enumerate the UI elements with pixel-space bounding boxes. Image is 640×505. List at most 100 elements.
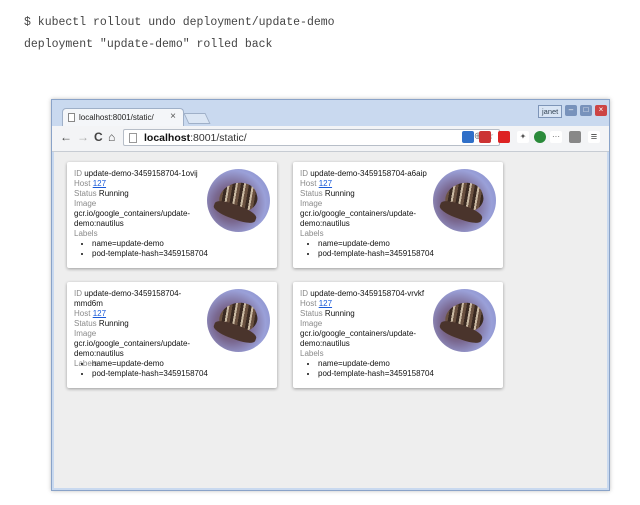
list-item: pod-template-hash=3459158704 [318,249,500,259]
pod-image-label: Image [74,329,97,338]
pod-image-label: Image [74,199,97,208]
browser-window: localhost:8001/static/ × janet – □ × ← →… [51,99,610,491]
pod-labels-list: name=update-demopod-template-hash=345915… [74,239,274,259]
pod-status-row: Status Running [74,319,204,329]
pod-details: ID update-demo-3459158704-vrvkf Host 127… [300,289,430,359]
pod-id: update-demo-3459158704-vrvkf [310,289,425,298]
pod-status-row: Status Running [300,189,430,199]
pod-image: gcr.io/google_containers/update-demo:nau… [300,329,417,348]
pod-host-link[interactable]: 127 [319,299,332,308]
pod-status-row: Status Running [74,189,204,199]
pod-image-label: Image [300,199,323,208]
pod-card: ID update-demo-3459158704-1ovij Host 127… [67,162,277,268]
pod-host-label: Host [74,179,91,188]
pod-status-label: Status [300,309,323,318]
pod-host-row: Host 127 [74,309,204,319]
forward-icon[interactable]: → [77,130,89,144]
list-item: name=update-demo [318,359,500,369]
pod-card: ID update-demo-3459158704-mmd6m Host 127… [67,282,277,388]
terminal-command: $ kubectl rollout undo deployment/update… [24,16,335,29]
pod-details: ID update-demo-3459158704-mmd6m Host 127… [74,289,204,369]
maximize-button[interactable]: □ [580,105,592,116]
pod-id: update-demo-3459158704-mmd6m [74,289,182,308]
pod-status: Running [324,309,355,318]
terminal-result: deployment "update-demo" rolled back [24,38,273,51]
extension-red-icon[interactable] [498,131,510,143]
reload-icon[interactable]: C [94,130,103,144]
nautilus-image [433,169,496,232]
profile-user-badge[interactable]: janet [538,105,563,118]
pod-image: gcr.io/google_containers/update-demo:nau… [74,209,191,228]
url-text: localhost:8001/static/ [144,132,247,144]
pod-image: gcr.io/google_containers/update-demo:nau… [74,339,191,358]
pod-id-row: ID update-demo-3459158704-a6aip [300,169,430,179]
pod-id-label: ID [74,169,82,178]
pod-details: ID update-demo-3459158704-1ovij Host 127… [74,169,204,239]
page-icon [68,113,75,122]
pod-labels-list: name=update-demopod-template-hash=345915… [74,359,274,379]
pod-host-link[interactable]: 127 [93,179,106,188]
list-item: name=update-demo [318,239,500,249]
tab-close-icon[interactable]: × [170,111,176,122]
home-icon[interactable]: ⌂ [108,130,115,144]
pod-host-link[interactable]: 127 [93,309,106,318]
nautilus-image [207,169,270,232]
pod-status-label: Status [74,189,97,198]
page-content: ID update-demo-3459158704-1ovij Host 127… [54,152,607,488]
pod-id-row: ID update-demo-3459158704-mmd6m [74,289,204,309]
pod-image-label: Image [300,319,323,328]
extension-pin-icon[interactable]: ✦ [517,131,529,143]
new-tab-button[interactable] [183,113,211,124]
gmail-icon[interactable] [479,131,491,143]
tab-title: localhost:8001/static/ [79,113,154,122]
page-icon [129,133,137,143]
pod-labels-list: name=update-demopod-template-hash=345915… [300,239,500,259]
list-item: pod-template-hash=3459158704 [92,369,274,379]
pod-host-row: Host 127 [300,179,430,189]
terminal-output: $ kubectl rollout undo deployment/update… [24,12,335,56]
browser-toolbar: ← → C ⌂ localhost:8001/static/ ⊕ ☆ ✦ ···… [52,126,609,152]
menu-icon[interactable]: ≡ [588,131,600,143]
pod-host-label: Host [74,309,91,318]
nautilus-image [433,289,496,352]
pod-image: gcr.io/google_containers/update-demo:nau… [300,209,417,228]
pod-labels-list: name=update-demopod-template-hash=345915… [300,359,500,379]
pod-details: ID update-demo-3459158704-a6aip Host 127… [300,169,430,239]
pod-status-row: Status Running [300,309,430,319]
list-item: pod-template-hash=3459158704 [318,369,500,379]
pod-host-label: Host [300,179,317,188]
pod-status-label: Status [300,189,323,198]
extension-green-icon[interactable] [534,131,546,143]
pod-status: Running [324,189,355,198]
browser-tab[interactable]: localhost:8001/static/ × [62,108,184,126]
minimize-button[interactable]: – [565,105,577,116]
pod-status: Running [98,189,129,198]
pod-id-label: ID [300,169,308,178]
pod-id: update-demo-3459158704-a6aip [310,169,427,178]
nautilus-image [207,289,270,352]
pod-id-label: ID [74,289,82,298]
pod-host-row: Host 127 [74,179,204,189]
pod-host-link[interactable]: 127 [319,179,332,188]
close-window-button[interactable]: × [595,105,607,116]
extension-window-icon[interactable] [462,131,474,143]
pod-id-row: ID update-demo-3459158704-1ovij [74,169,204,179]
list-item: name=update-demo [92,359,274,369]
tab-strip: localhost:8001/static/ × janet – □ × [52,100,609,126]
address-bar[interactable]: localhost:8001/static/ ⊕ ☆ [123,129,500,146]
pod-status-label: Status [74,319,97,328]
list-item: pod-template-hash=3459158704 [92,249,274,259]
pod-labels-label: Labels [300,349,324,358]
back-icon[interactable]: ← [60,130,72,144]
pod-labels-label: Labels [300,229,324,238]
pod-card: ID update-demo-3459158704-vrvkf Host 127… [293,282,503,388]
pod-status: Running [98,319,129,328]
pod-id: update-demo-3459158704-1ovij [84,169,198,178]
pod-host-row: Host 127 [300,299,430,309]
pod-id-label: ID [300,289,308,298]
extension-dots-icon[interactable]: ··· [550,131,562,143]
extension-box-icon[interactable] [569,131,581,143]
pod-host-label: Host [300,299,317,308]
list-item: name=update-demo [92,239,274,249]
pod-labels-label: Labels [74,229,98,238]
